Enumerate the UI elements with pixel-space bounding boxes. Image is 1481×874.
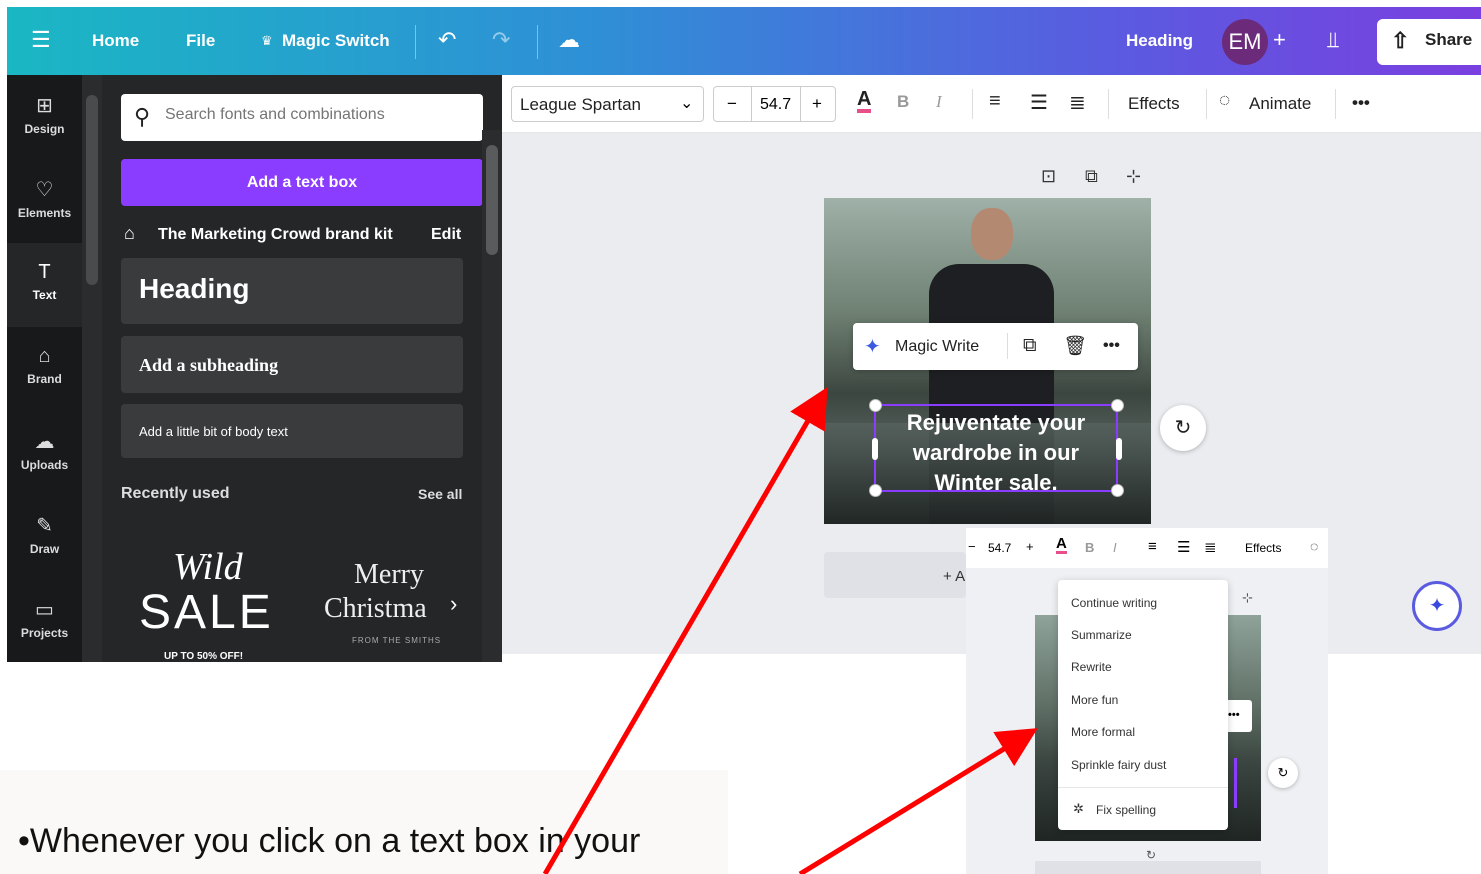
annotation-arrows (542, 387, 1038, 874)
arrow-to-magic-write (542, 387, 828, 874)
arrow-to-inset-menu (798, 728, 1038, 874)
